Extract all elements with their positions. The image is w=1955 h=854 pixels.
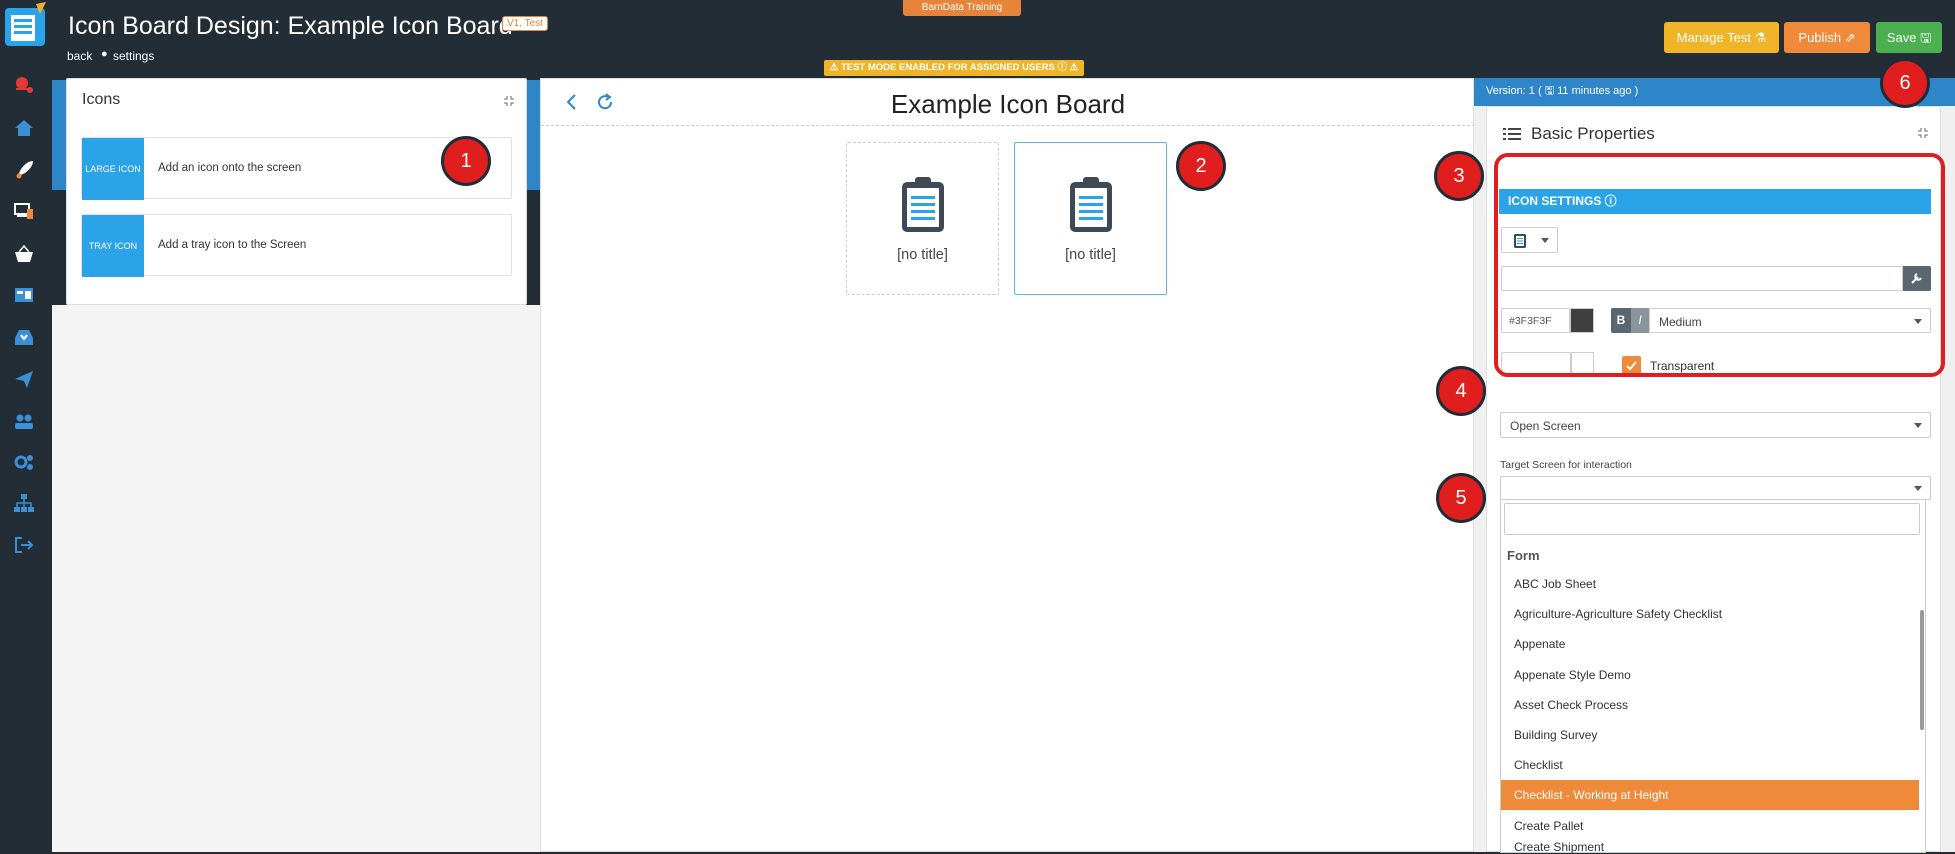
dropdown-option-active[interactable]: Checklist - Working at Height [1501,780,1919,810]
target-screen-select[interactable] [1500,476,1931,500]
back-link[interactable]: back [67,49,92,63]
dropdown-option[interactable]: Create Shipment [1501,841,1919,854]
dropdown-option[interactable]: Checklist [1501,750,1919,780]
version-badge: V1, Test [502,16,548,31]
inbox-icon[interactable] [13,326,35,348]
sitemap-icon[interactable] [13,492,35,514]
dropdown-option[interactable]: Create Pallet [1501,811,1919,841]
version-text: Version: 1 ( 🖫 11 minutes ago ) [1486,85,1639,97]
home-icon[interactable] [13,117,35,139]
icons-panel: Icons LARGE ICON Add an icon onto the sc… [66,78,527,305]
target-screen-label: Target Screen for interaction [1500,459,1632,471]
clipboard-icon [1070,177,1112,232]
dashboard-icon[interactable] [13,284,35,306]
app-logo-icon[interactable] [2,2,48,50]
manage-test-button[interactable]: Manage Test ⚗ [1664,22,1779,53]
settings-link[interactable]: settings [113,49,154,63]
annotation-marker-5: 5 [1436,473,1486,523]
devices-icon[interactable] [13,200,35,222]
dropdown-search-input[interactable] [1504,503,1920,535]
icon-settings-highlight [1494,153,1945,377]
send-icon[interactable] [13,368,35,390]
target-screen-dropdown: Form ABC Job Sheet Agriculture-Agricultu… [1500,499,1926,853]
tray-icon-tile[interactable]: TRAY ICON [82,215,144,277]
board-icon-label: [no title] [1065,247,1116,263]
board-icon-label: [no title] [897,247,948,263]
save-button[interactable]: Save 🖫 [1876,22,1942,53]
tray-icon-item[interactable]: TRAY ICON Add a tray icon to the Screen [81,214,512,277]
canvas-divider [541,125,1475,126]
basket-icon[interactable] [13,243,35,265]
board-canvas: Example Icon Board [no title] [no title] [540,78,1475,852]
chevron-down-icon [1914,486,1922,491]
left-nav [0,0,52,852]
dropdown-option[interactable]: Asset Check Process [1501,690,1919,720]
dropdown-option[interactable]: Appenate Style Demo [1501,660,1919,690]
board-icon-2[interactable]: [no title] [1014,142,1167,295]
environment-badge: BarnData Training [903,0,1021,16]
collapse-icon[interactable] [1917,127,1929,139]
icons-panel-title: Icons [82,91,121,108]
dropdown-option[interactable]: Agriculture-Agriculture Safety Checklist [1501,599,1919,629]
clipboard-icon [902,177,944,232]
annotation-marker-1: 1 [441,136,491,186]
tray-icon-description: Add a tray icon to the Screen [158,239,307,251]
settings-icon[interactable] [13,451,35,473]
annotation-marker-6: 6 [1880,58,1930,108]
chevron-down-icon [1914,423,1922,428]
page-title: Icon Board Design: Example Icon Board [68,12,513,40]
collapse-icon[interactable] [503,95,515,107]
publish-button[interactable]: Publish ⇗ [1784,22,1870,53]
annotation-marker-4: 4 [1436,366,1486,416]
test-mode-banner: ⚠ TEST MODE ENABLED FOR ASSIGNED USERS ⓘ… [824,60,1084,76]
left-panel-background [52,305,540,852]
dropdown-option[interactable]: ABC Job Sheet [1501,569,1919,599]
dropdown-option[interactable]: Building Survey [1501,720,1919,750]
large-icon-description: Add an icon onto the screen [158,162,302,174]
breadcrumb-separator: ● [101,48,108,60]
board-icon-1[interactable]: [no title] [846,142,999,295]
list-icon [1503,128,1521,140]
dropdown-group-label: Form [1507,548,1540,563]
action-select[interactable]: Open Screen [1500,412,1931,438]
properties-title: Basic Properties [1531,124,1655,143]
dropdown-scrollbar[interactable] [1920,610,1924,730]
action-value: Open Screen [1510,419,1581,433]
dropdown-option[interactable]: Appenate [1501,629,1919,659]
large-icon-tile[interactable]: LARGE ICON [82,138,144,200]
users-icon[interactable] [13,410,35,432]
notifications-icon[interactable] [13,73,35,95]
annotation-marker-2: 2 [1176,141,1226,191]
rocket-icon[interactable] [13,159,35,181]
annotation-marker-3: 3 [1434,151,1484,201]
board-title: Example Icon Board [890,89,1126,119]
logout-icon[interactable] [13,534,35,556]
